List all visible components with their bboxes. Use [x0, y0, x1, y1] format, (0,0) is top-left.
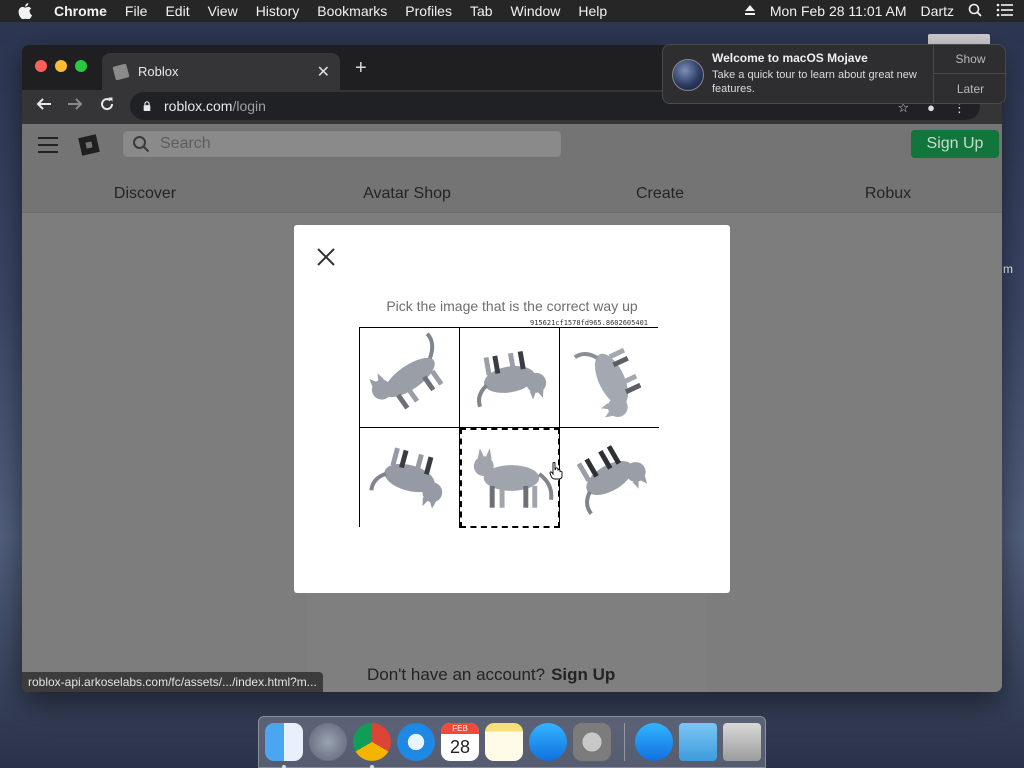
tab-roblox[interactable]: Roblox ✕: [102, 53, 340, 90]
calendar-month: FEB: [441, 723, 479, 734]
search-placeholder: Search: [160, 135, 211, 152]
dock: FEB 28: [258, 716, 766, 768]
close-icon[interactable]: [317, 248, 335, 266]
search-icon: [133, 136, 150, 153]
apple-menu-icon[interactable]: [18, 3, 40, 19]
nav-robux[interactable]: Robux: [865, 185, 911, 203]
captcha-tile-5-selected[interactable]: [460, 428, 560, 528]
window-minimize-button[interactable]: [55, 60, 67, 72]
captcha-tile-2[interactable]: [460, 328, 560, 428]
lock-icon[interactable]: [142, 101, 152, 111]
safari-icon[interactable]: [397, 723, 435, 761]
calendar-day: 28: [449, 737, 471, 757]
captcha-challenge-id: 915621cf1578fd965.8602605401: [530, 319, 649, 327]
menu-window[interactable]: Window: [511, 3, 561, 19]
cat-figure-image: [477, 351, 547, 408]
roblox-header: Search Sign Up Discover Avatar Shop Crea…: [22, 124, 1002, 213]
system-preferences-icon[interactable]: [573, 723, 611, 761]
menu-profiles[interactable]: Profiles: [405, 3, 452, 19]
hamburger-menu-icon[interactable]: [38, 137, 58, 153]
nav-discover[interactable]: Discover: [114, 185, 176, 203]
link-status-bar: roblox-api.arkoselabs.com/fc/assets/.../…: [22, 672, 323, 692]
notification-show-button[interactable]: Show: [934, 45, 1007, 74]
menu-bar: Chrome File Edit View History Bookmarks …: [0, 0, 1024, 22]
url-path: /login: [232, 98, 266, 114]
menu-app-name[interactable]: Chrome: [54, 3, 107, 19]
hand-cursor-icon: [549, 462, 563, 480]
app-store-icon[interactable]: [635, 723, 673, 761]
notification-center-icon[interactable]: [996, 3, 1014, 20]
menu-history[interactable]: History: [256, 3, 300, 19]
downloads-folder-icon[interactable]: [679, 723, 717, 761]
captcha-image-grid: [359, 327, 659, 528]
captcha-modal: Pick the image that is the correct way u…: [294, 225, 730, 593]
calendar-icon[interactable]: FEB 28: [441, 723, 479, 761]
notes-icon[interactable]: [485, 723, 523, 761]
no-account-sign-up-link[interactable]: Sign Up: [551, 665, 615, 684]
roblox-logo-icon[interactable]: [78, 134, 100, 156]
cat-figure-image: [573, 347, 642, 418]
tab-title: Roblox: [138, 64, 179, 79]
menu-bookmarks[interactable]: Bookmarks: [317, 3, 387, 19]
sign-up-button[interactable]: Sign Up: [911, 130, 999, 158]
mojave-icon: [672, 59, 704, 91]
spotlight-search-icon[interactable]: [968, 3, 982, 20]
window-close-button[interactable]: [35, 60, 47, 72]
cat-figure-image: [473, 448, 554, 508]
nav-avatar-shop[interactable]: Avatar Shop: [363, 185, 451, 203]
forward-button[interactable]: [67, 96, 83, 117]
new-tab-button[interactable]: +: [355, 57, 367, 80]
trash-icon[interactable]: [723, 723, 761, 761]
captcha-prompt: Pick the image that is the correct way u…: [386, 298, 638, 314]
cat-figure-image: [576, 445, 648, 515]
notification-body: Take a quick tour to learn about great n…: [712, 69, 917, 95]
launchpad-icon[interactable]: [309, 723, 347, 761]
menu-file[interactable]: File: [125, 3, 148, 19]
desktop-icon-label-fragment: m: [1003, 262, 1013, 276]
back-button[interactable]: [36, 96, 52, 117]
finder-icon[interactable]: [265, 723, 303, 761]
dock-separator: [624, 723, 625, 761]
captcha-tile-4[interactable]: [360, 428, 460, 528]
nav-create[interactable]: Create: [636, 185, 684, 203]
menu-edit[interactable]: Edit: [165, 3, 189, 19]
reload-button[interactable]: [99, 96, 115, 117]
notification-actions: Show Later: [933, 45, 1007, 103]
app-store-icon[interactable]: [529, 723, 567, 761]
roblox-favicon-icon: [112, 62, 130, 81]
captcha-tile-1[interactable]: [360, 328, 460, 428]
menu-help[interactable]: Help: [578, 3, 607, 19]
menubar-user[interactable]: Dartz: [921, 3, 954, 19]
tab-close-icon[interactable]: ✕: [317, 62, 330, 82]
captcha-tile-3[interactable]: [560, 328, 659, 428]
chrome-icon[interactable]: [353, 723, 391, 761]
menubar-clock[interactable]: Mon Feb 28 11:01 AM: [770, 3, 907, 19]
url-host: roblox.com: [164, 98, 233, 114]
window-zoom-button[interactable]: [75, 60, 87, 72]
eject-icon[interactable]: [744, 3, 756, 19]
menu-tab[interactable]: Tab: [470, 3, 493, 19]
cat-figure-image: [369, 332, 444, 410]
notification-title: Welcome to macOS Mojave: [712, 51, 868, 65]
cat-figure-image: [369, 447, 443, 509]
menu-view[interactable]: View: [208, 3, 238, 19]
no-account-prompt: Don't have an account? Sign Up: [367, 665, 615, 685]
macos-notification[interactable]: Welcome to macOS Mojave Take a quick tou…: [662, 44, 1007, 104]
search-input[interactable]: Search: [123, 131, 561, 157]
notification-later-button[interactable]: Later: [934, 74, 1007, 103]
no-account-text: Don't have an account?: [367, 665, 546, 684]
captcha-tile-6[interactable]: [560, 428, 659, 528]
